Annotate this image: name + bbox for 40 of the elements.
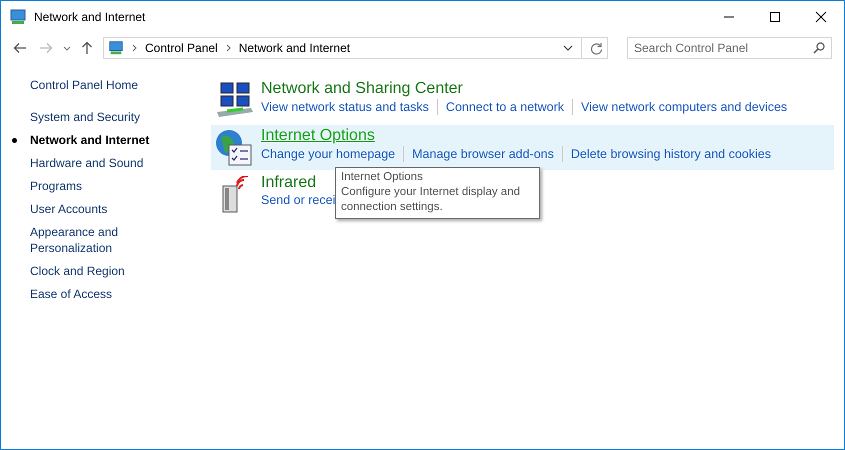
category-title-link[interactable]: Infrared — [261, 174, 316, 192]
maximize-icon — [769, 10, 781, 22]
category-title-link[interactable]: Network and Sharing Center — [261, 80, 463, 98]
task-link[interactable]: View network status and tasks — [261, 100, 429, 114]
network-icon — [9, 8, 27, 26]
forward-arrow-icon — [39, 42, 53, 54]
sidebar-item[interactable]: Clock and Region — [30, 263, 170, 279]
up-arrow-icon — [81, 41, 93, 55]
network-computers-icon — [215, 82, 255, 120]
window-title: Network and Internet — [34, 10, 146, 24]
task-link[interactable]: Send or recei — [261, 193, 336, 207]
chevron-right-icon — [132, 44, 137, 52]
breadcrumb[interactable]: Network and Internet — [238, 41, 350, 55]
sidebar-home-link[interactable]: Control Panel Home — [30, 78, 211, 92]
refresh-icon — [590, 42, 603, 54]
task-link[interactable]: View network computers and devices — [581, 100, 788, 114]
search-icon — [813, 42, 825, 54]
close-icon — [815, 10, 827, 22]
search-field[interactable]: Search Control Panel — [627, 37, 832, 59]
sidebar-item[interactable]: User Accounts — [30, 201, 170, 217]
sidebar-item[interactable]: Ease of Access — [30, 286, 170, 302]
task-link[interactable]: Manage browser add-ons — [412, 147, 554, 161]
sidebar-item[interactable]: Hardware and Sound — [30, 155, 170, 171]
sidebar-item[interactable]: Programs — [30, 178, 170, 194]
chevron-right-icon — [226, 44, 231, 52]
bullet-icon — [12, 138, 17, 143]
chevron-down-icon — [63, 46, 71, 50]
task-link[interactable]: Connect to a network — [446, 100, 564, 114]
tooltip-title: Internet Options — [341, 170, 424, 185]
task-link[interactable]: Change your homepage — [261, 147, 396, 161]
sidebar-item[interactable]: Appearance and Personalization — [30, 224, 170, 256]
breadcrumb[interactable]: Control Panel — [145, 41, 218, 55]
address-bar[interactable]: Control Panel Network and Internet — [103, 37, 608, 59]
sidebar-item[interactable]: System and Security — [30, 109, 170, 125]
chevron-down-icon — [563, 45, 573, 51]
tooltip-text: Configure your Internet display and connection settings. — [341, 185, 521, 215]
network-icon — [108, 40, 124, 56]
sidebar-item[interactable]: Network and Internet — [30, 132, 170, 148]
task-link[interactable]: Delete browsing history and cookies — [570, 147, 771, 161]
back-arrow-icon — [13, 42, 27, 54]
